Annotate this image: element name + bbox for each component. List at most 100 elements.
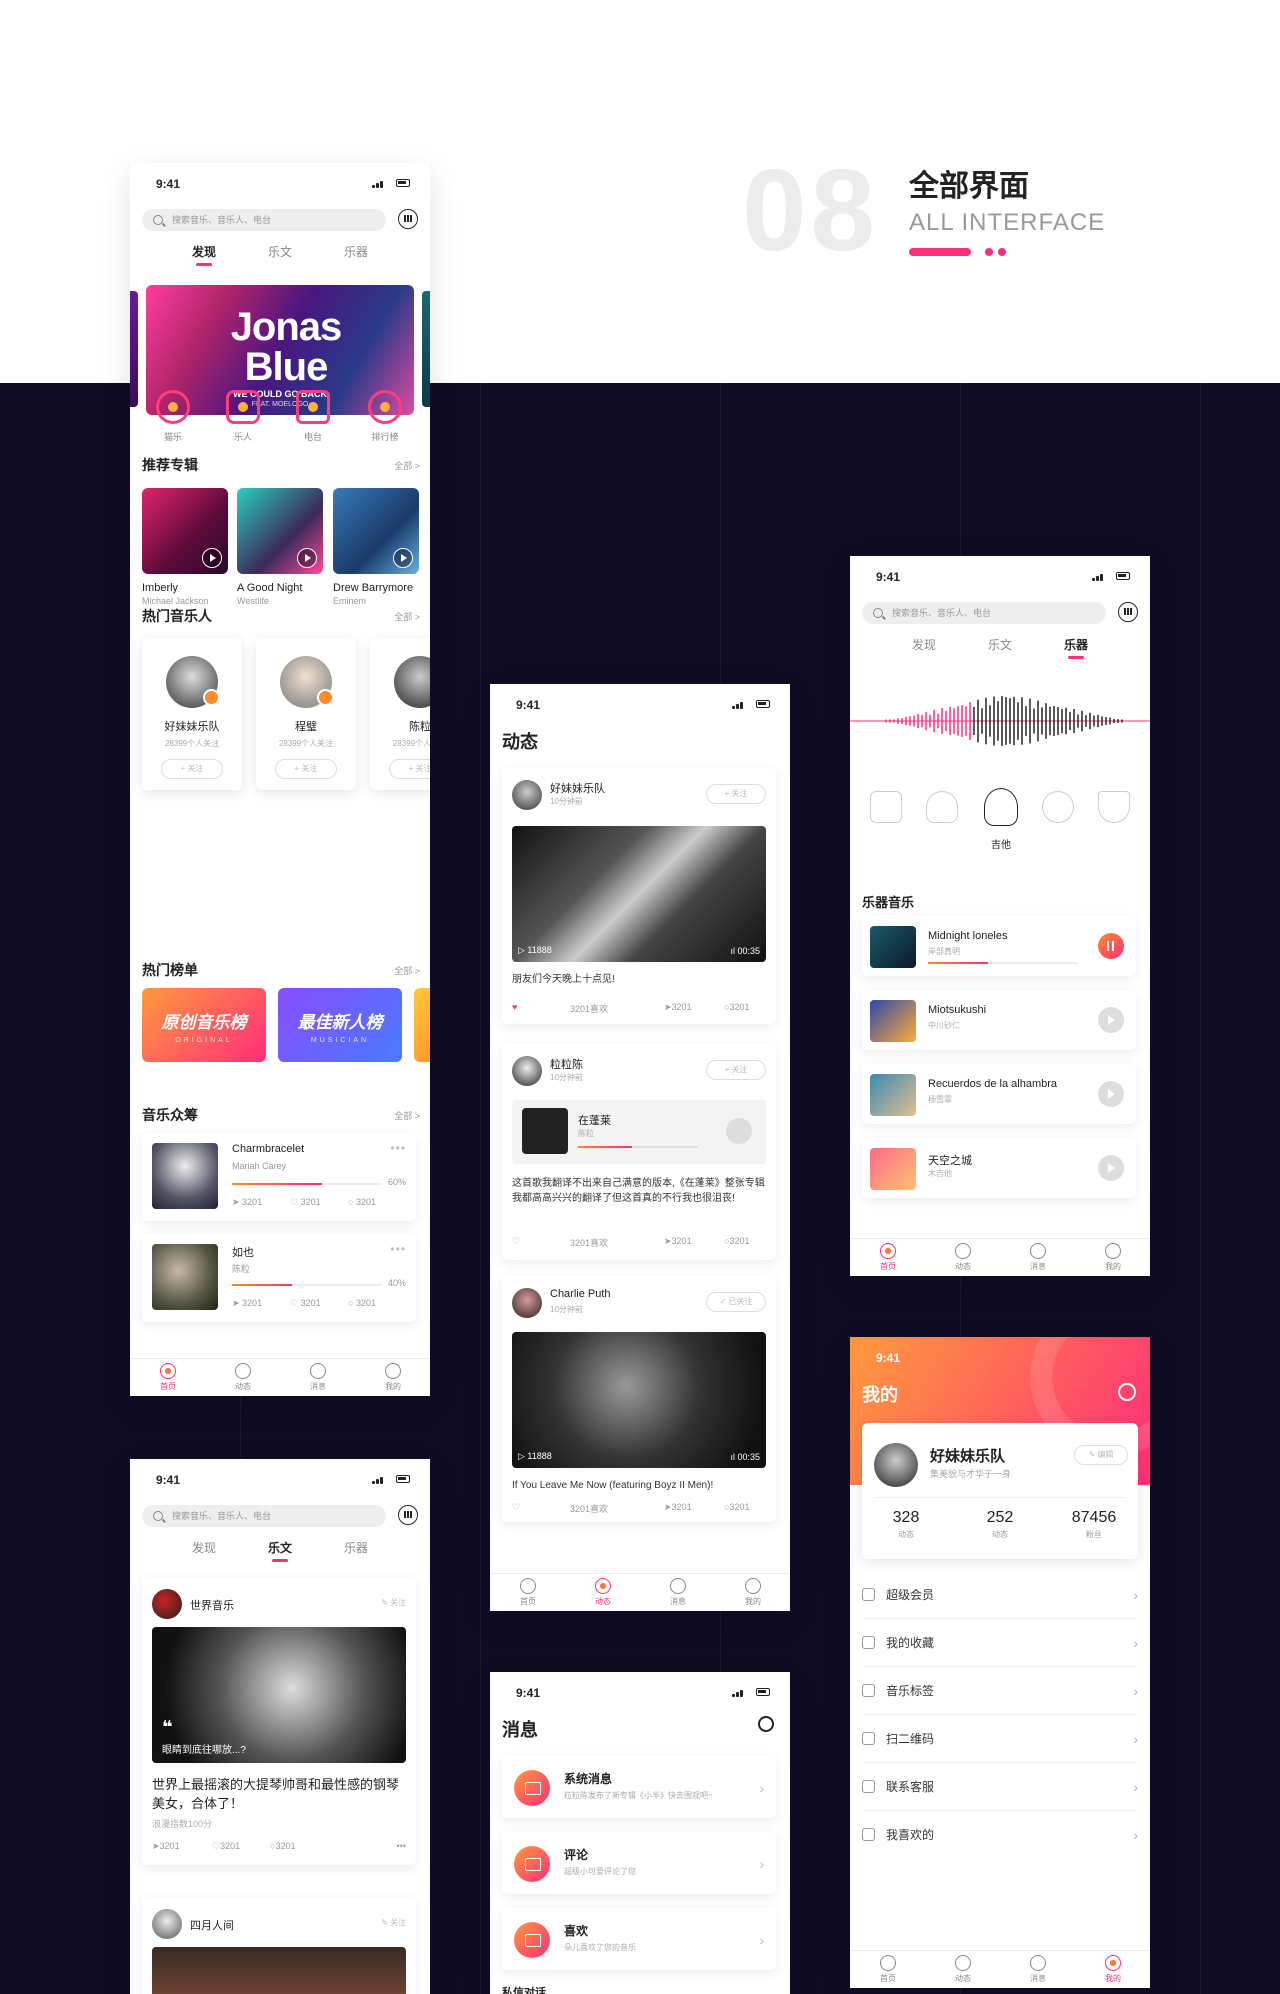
message-item[interactable]: 喜欢 朵儿喜欢了您的音乐 › xyxy=(502,1908,776,1970)
like-stat[interactable]: ♡ 3201 xyxy=(290,1298,321,1309)
share-stat[interactable]: ➤ 3201 xyxy=(152,1841,180,1852)
nav-me[interactable]: 我的 xyxy=(1093,1955,1133,1984)
pause-button[interactable] xyxy=(1098,933,1124,959)
comment-stat[interactable]: ○ 3201 xyxy=(724,1502,749,1512)
heart-icon[interactable]: ♡ xyxy=(512,1236,520,1247)
category-music[interactable]: 猫乐 xyxy=(148,390,198,443)
stat-fans[interactable]: 87456 粉丝 xyxy=(1054,1509,1134,1540)
video-thumbnail[interactable]: ▷ 11888 ıl 00:35 xyxy=(512,1332,766,1468)
stat-posts[interactable]: 328 动态 xyxy=(866,1509,946,1540)
nav-me[interactable]: 我的 xyxy=(373,1363,413,1392)
search-input[interactable]: 搜索音乐、音乐人、电台 xyxy=(862,602,1106,624)
play-icon[interactable] xyxy=(393,548,413,568)
message-item[interactable]: 系统消息 粒粒陈发布了新专辑《小半》快去围观吧~ › xyxy=(502,1756,776,1818)
play-button[interactable] xyxy=(1098,1007,1124,1033)
play-icon[interactable] xyxy=(202,548,222,568)
tab-discover[interactable]: 发现 xyxy=(894,636,954,653)
nav-messages[interactable]: 消息 xyxy=(658,1578,698,1607)
like-stat[interactable]: ♡ 3201 xyxy=(290,1197,321,1208)
equalizer-icon[interactable] xyxy=(1118,602,1138,622)
saxophone-icon[interactable] xyxy=(926,791,958,823)
search-input[interactable]: 搜索音乐、音乐人、电台 xyxy=(142,1505,386,1527)
comment-stat[interactable]: ○ 3201 xyxy=(270,1841,295,1851)
nav-messages[interactable]: 消息 xyxy=(1018,1955,1058,1984)
nav-feed[interactable]: 动态 xyxy=(583,1578,623,1607)
song-item[interactable]: Midnight loneles 岸部真明 xyxy=(862,916,1136,976)
share-stat[interactable]: ➤ 3201 xyxy=(664,1002,692,1013)
play-button[interactable] xyxy=(1098,1155,1124,1181)
chart-card-original[interactable]: 原创音乐榜 ORIGINAL xyxy=(142,988,266,1062)
nav-messages[interactable]: 消息 xyxy=(298,1363,338,1392)
charts-more-link[interactable]: 全部 > xyxy=(394,964,420,977)
nav-home[interactable]: 首页 xyxy=(868,1243,908,1272)
search-input[interactable]: 搜索音乐、音乐人、电台 xyxy=(142,209,386,231)
song-item[interactable]: Recuerdos de la alhambra 杨雪霏 xyxy=(862,1064,1136,1124)
play-icon[interactable] xyxy=(726,1118,752,1144)
guitar-icon[interactable] xyxy=(984,788,1018,826)
menu-vip[interactable]: 超级会员 › xyxy=(862,1571,1138,1619)
nav-feed[interactable]: 动态 xyxy=(223,1363,263,1392)
nav-home[interactable]: 首页 xyxy=(508,1578,548,1607)
follow-button[interactable]: + 关注 xyxy=(706,1060,766,1080)
funding-card[interactable]: Charmbracelet Mariah Carey ••• 60% ➤ 320… xyxy=(142,1133,416,1221)
album-card[interactable]: A Good Night Westlife xyxy=(237,488,323,606)
comment-stat[interactable]: ○ 3201 xyxy=(724,1002,749,1012)
nav-feed[interactable]: 动态 xyxy=(943,1243,983,1272)
musician-card[interactable]: 程璧 28399个人关注 + 关注 xyxy=(256,638,356,790)
menu-support[interactable]: 联系客服 › xyxy=(862,1763,1138,1811)
edit-button[interactable]: ✎ 编辑 xyxy=(1074,1445,1128,1465)
comment-stat[interactable]: ○ 3201 xyxy=(348,1197,376,1207)
follow-button[interactable]: + 关注 xyxy=(161,759,223,779)
more-icon[interactable]: ••• xyxy=(390,1141,406,1155)
nav-messages[interactable]: 消息 xyxy=(1018,1243,1058,1272)
settings-gear-icon[interactable] xyxy=(1118,1383,1136,1401)
feed-post[interactable]: Charlie Puth 10分钟前 ✓ 已关注 ▷ 11888 ıl 00:3… xyxy=(502,1276,776,1522)
piano-icon[interactable] xyxy=(870,791,902,823)
play-icon[interactable] xyxy=(297,548,317,568)
like-stat[interactable]: ♡ 3201 xyxy=(212,1841,240,1852)
feed-post[interactable]: 粒粒陈 10分钟前 + 关注 在蓬莱 陈粒 这首歌我翻译不出来自己满意的版本,《… xyxy=(502,1044,776,1260)
chart-card-partial[interactable] xyxy=(414,988,430,1062)
nav-home[interactable]: 首页 xyxy=(148,1363,188,1392)
share-stat[interactable]: ➤ 3201 xyxy=(232,1197,262,1208)
comment-stat[interactable]: ○ 3201 xyxy=(724,1236,749,1246)
category-artists[interactable]: 乐人 xyxy=(218,390,268,443)
menu-tags[interactable]: 音乐标签 › xyxy=(862,1667,1138,1715)
message-item[interactable]: 评论 超级小可爱评论了您 › xyxy=(502,1832,776,1894)
banner-prev[interactable] xyxy=(130,291,138,407)
nav-me[interactable]: 我的 xyxy=(733,1578,773,1607)
tab-discover[interactable]: 发现 xyxy=(174,1539,234,1556)
stat-following[interactable]: 252 动态 xyxy=(960,1509,1040,1540)
chart-card-newcomer[interactable]: 最佳新人榜 MUSICIAN xyxy=(278,988,402,1062)
nav-me[interactable]: 我的 xyxy=(1093,1243,1133,1272)
article-card[interactable]: 四月人间 ✎ 关注 xyxy=(142,1897,416,1994)
song-item[interactable]: Miotsukushi 中川砂仁 xyxy=(862,990,1136,1050)
play-button[interactable] xyxy=(1098,1081,1124,1107)
harp-icon[interactable] xyxy=(1098,791,1130,823)
drum-icon[interactable] xyxy=(1042,791,1074,823)
feed-post[interactable]: 好妹妹乐队 10分钟前 + 关注 ▷ 11888 ıl 00:35 朋友们今天晚… xyxy=(502,768,776,1024)
nav-feed[interactable]: 动态 xyxy=(943,1955,983,1984)
albums-more-link[interactable]: 全部 > xyxy=(394,459,420,472)
shared-song[interactable]: 在蓬莱 陈粒 xyxy=(512,1100,766,1164)
nav-home[interactable]: 首页 xyxy=(868,1955,908,1984)
musician-card[interactable]: 好妹妹乐队 28399个人关注 + 关注 xyxy=(142,638,242,790)
follow-button[interactable]: + 关注 xyxy=(275,759,337,779)
share-stat[interactable]: ➤ 3201 xyxy=(664,1236,692,1247)
heart-icon[interactable]: ♡ xyxy=(512,1502,520,1513)
search-icon[interactable] xyxy=(758,1716,774,1732)
tab-articles[interactable]: 乐文 xyxy=(250,1539,310,1562)
tab-instruments[interactable]: 乐器 xyxy=(1046,636,1106,659)
menu-scan[interactable]: 扫二维码 › xyxy=(862,1715,1138,1763)
tab-discover[interactable]: 发现 xyxy=(174,243,234,266)
funding-card[interactable]: 如也 陈粒 ••• 40% ➤ 3201 ♡ 3201 ○ 3201 xyxy=(142,1234,416,1322)
album-card[interactable]: Drew Barrymore Eminem xyxy=(333,488,419,606)
category-radio[interactable]: 电台 xyxy=(288,390,338,443)
banner-next[interactable] xyxy=(422,291,430,407)
category-charts[interactable]: 排行榜 xyxy=(360,390,410,443)
share-stat[interactable]: ➤ 3201 xyxy=(664,1502,692,1513)
follow-button[interactable]: ✓ 已关注 xyxy=(706,1292,766,1312)
follow-link[interactable]: ✎ 关注 xyxy=(381,1917,406,1928)
musicians-more-link[interactable]: 全部 > xyxy=(394,610,420,623)
song-item[interactable]: 天空之城 木吉他 xyxy=(862,1138,1136,1198)
